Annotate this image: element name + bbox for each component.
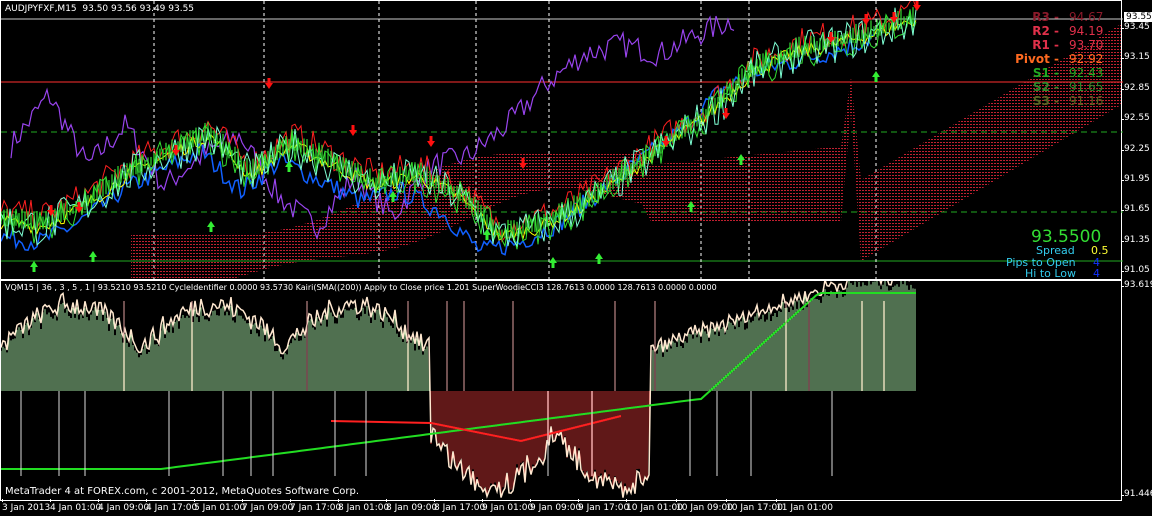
pivot-label: S2 - — [1032, 80, 1059, 94]
price-axis-label: 91.35 — [1121, 234, 1150, 245]
hi-to-low-label: Hi to Low — [1025, 267, 1077, 280]
indicator-axis-max: 93.6198 — [1120, 280, 1152, 290]
price-axis-label: 91.05 — [1121, 265, 1150, 276]
sell-arrow-icon — [349, 125, 357, 136]
sell-arrow-icon — [427, 136, 435, 147]
pivot-label: R2 - — [1032, 24, 1059, 38]
price-axis-label: 91.95 — [1121, 174, 1150, 184]
time-axis-label: 10 Jan 01:00 — [626, 499, 683, 513]
time-axis-label: 9 Jan 09:00 — [530, 499, 582, 513]
time-axis-label: 9 Jan 01:00 — [482, 499, 534, 513]
indicator-header: VQM15 | 36 , 3 , 5 , 1 | 93.5210 93.5210… — [5, 283, 717, 292]
time-axis-label: 8 Jan 01:00 — [338, 499, 390, 513]
price-chart-canvas — [1, 1, 1123, 281]
buy-arrow-icon — [549, 257, 557, 268]
price-axis-label: 93.45 — [1121, 22, 1150, 32]
chart-symbol-header: AUDJPYFXF,M15 93.50 93.56 93.49 93.55 — [5, 4, 194, 14]
hi-to-low-value: 4 — [1093, 267, 1100, 280]
time-axis-label: 8 Jan 17:00 — [434, 499, 486, 513]
pivot-label: Pivot - — [1015, 52, 1059, 66]
time-axis-label: 8 Jan 09:00 — [386, 499, 438, 513]
time-axis-label: 7 Jan 09:00 — [242, 499, 294, 513]
buy-arrow-icon — [207, 221, 215, 232]
time-axis-label: 11 Jan 01:00 — [776, 499, 833, 513]
current-price-tag: 93.55 — [1124, 12, 1152, 22]
pivot-value: 94.19 — [1069, 24, 1104, 38]
buy-arrow-icon — [872, 71, 880, 82]
copyright-text: MetaTrader 4 at FOREX.com, c 2001-2012, … — [5, 486, 360, 497]
time-axis-label: 10 Jan 09:00 — [676, 499, 733, 513]
time-axis-label: 9 Jan 17:00 — [578, 499, 630, 513]
indicator-pane[interactable]: VQM15 | 36 , 3 , 5 , 1 | 93.5210 93.5210… — [0, 280, 1122, 501]
oscillator-line — [1, 281, 910, 499]
price-axis-label: 92.85 — [1121, 82, 1150, 93]
buy-arrow-icon — [595, 253, 603, 264]
buy-arrow-icon — [483, 229, 491, 240]
ohlc-values: 93.50 93.56 93.49 93.55 — [82, 4, 195, 14]
price-axis-label: 93.15 — [1121, 52, 1150, 63]
time-axis-label: 3 Jan 2013 — [2, 499, 51, 513]
time-axis-label: 7 Jan 17:00 — [290, 499, 342, 513]
price-axis-label: 92.55 — [1121, 113, 1150, 124]
indicator-canvas — [1, 281, 916, 499]
sell-arrow-icon — [265, 78, 273, 89]
pivot-value: 92.92 — [1069, 52, 1104, 66]
pivot-label: S1 - — [1032, 66, 1059, 80]
pivot-value: 91.16 — [1069, 94, 1104, 108]
indicator-axis-min: 91.4467 — [1120, 489, 1152, 499]
price-axis-label: 91.65 — [1121, 204, 1150, 215]
time-axis-label: 5 Jan 01:00 — [194, 499, 246, 513]
pivot-value: 91.65 — [1069, 80, 1104, 94]
buy-arrow-icon — [30, 261, 38, 272]
pivot-label: R1 - — [1032, 38, 1059, 52]
time-axis-label: 4 Jan 09:00 — [98, 499, 150, 513]
time-axis-label: 10 Jan 17:00 — [726, 499, 783, 513]
time-axis-label: 4 Jan 01:00 — [50, 499, 102, 513]
time-axis-label: 4 Jan 17:00 — [146, 499, 198, 513]
pivot-value: 92.43 — [1069, 66, 1104, 80]
pivot-label: S3 - — [1032, 94, 1059, 108]
buy-arrow-icon — [89, 251, 97, 262]
price-axis-label: 92.25 — [1121, 143, 1150, 154]
pivot-value: 94.67 — [1069, 10, 1104, 24]
symbol-label: AUDJPYFXF,M15 — [5, 4, 77, 14]
pivot-label: R3 - — [1032, 10, 1059, 24]
main-chart-pane[interactable]: AUDJPYFXF,M15 93.50 93.56 93.49 93.55 R3… — [0, 0, 1123, 281]
pivot-value: 93.70 — [1069, 38, 1104, 52]
